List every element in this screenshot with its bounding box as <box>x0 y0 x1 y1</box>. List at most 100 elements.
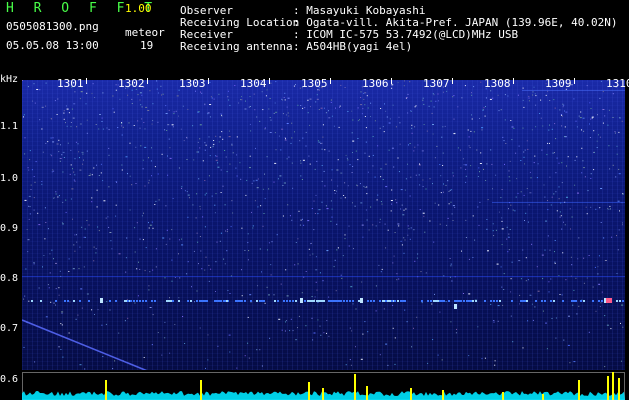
noise-pixel <box>137 94 139 96</box>
noise-pixel <box>217 162 219 164</box>
noise-pixel <box>68 112 70 114</box>
noise-pixel <box>208 136 210 138</box>
noise-pixel <box>490 149 492 151</box>
noise-pixel <box>289 215 291 217</box>
x-tick: 1305 <box>301 77 328 90</box>
antenna-label: Receiving antenna <box>180 40 293 53</box>
noise-pixel <box>78 268 80 270</box>
noise-pixel <box>529 294 531 296</box>
noise-pixel <box>617 249 619 251</box>
noise-pixel <box>169 157 172 159</box>
noise-pixel <box>414 146 416 148</box>
noise-pixel <box>476 149 478 151</box>
noise-pixel <box>195 217 197 219</box>
noise-pixel <box>615 176 617 178</box>
y-tick: 1.0 <box>0 173 19 184</box>
noise-pixel <box>349 164 351 166</box>
noise-pixel <box>338 126 340 128</box>
noise-pixel <box>382 126 384 128</box>
carrier-segment <box>67 300 69 302</box>
noise-pixel <box>396 273 398 275</box>
noise-pixel <box>309 98 312 100</box>
noise-pixel <box>131 184 133 186</box>
noise-pixel <box>360 202 363 204</box>
noise-pixel <box>548 291 550 293</box>
noise-pixel <box>422 186 424 187</box>
noise-pixel <box>335 290 337 292</box>
noise-pixel <box>564 224 566 226</box>
noise-pixel <box>503 140 505 142</box>
noise-pixel <box>441 359 443 361</box>
noise-pixel <box>571 216 573 218</box>
noise-pixel <box>214 204 216 206</box>
noise-pixel <box>554 123 556 125</box>
noise-pixel <box>268 242 270 244</box>
meteor-trail <box>22 319 148 370</box>
y-tick: 0.8 <box>0 273 19 284</box>
noise-pixel <box>388 149 390 151</box>
noise-pixel <box>136 222 138 224</box>
noise-pixel <box>58 287 60 289</box>
noise-pixel <box>424 231 426 233</box>
carrier-segment <box>313 300 315 302</box>
noise-pixel <box>352 202 353 204</box>
noise-pixel <box>280 149 282 151</box>
noise-pixel <box>582 160 584 162</box>
noise-pixel <box>55 304 56 306</box>
noise-pixel <box>616 273 618 274</box>
noise-pixel <box>175 110 177 112</box>
carrier-segment <box>346 300 348 302</box>
noise-pixel <box>247 316 249 318</box>
noise-pixel <box>254 109 256 111</box>
noise-pixel <box>491 163 493 165</box>
noise-pixel <box>387 229 389 231</box>
noise-pixel <box>28 218 30 220</box>
noise-pixel <box>102 180 104 182</box>
noise-pixel <box>508 170 510 172</box>
noise-pixel <box>240 178 242 180</box>
carrier-segment <box>31 300 33 302</box>
noise-pixel <box>76 234 77 236</box>
noise-pixel <box>568 315 570 317</box>
noise-pixel <box>38 287 40 289</box>
carrier-segment <box>550 300 552 302</box>
noise-pixel <box>429 178 431 180</box>
noise-pixel <box>287 204 289 206</box>
noise-pixel <box>300 219 302 221</box>
noise-pixel <box>353 248 354 250</box>
noise-pixel <box>184 343 186 344</box>
noise-pixel <box>274 132 276 134</box>
noise-pixel <box>115 215 117 217</box>
noise-pixel <box>612 117 614 118</box>
noise-pixel <box>596 140 598 142</box>
noise-pixel <box>282 185 284 186</box>
noise-pixel <box>447 217 449 219</box>
carrier-segment <box>340 300 342 302</box>
noise-pixel <box>429 220 431 222</box>
noise-pixel <box>553 99 555 101</box>
meteor-burst <box>366 386 368 400</box>
noise-pixel <box>531 129 533 131</box>
noise-pixel <box>96 206 98 208</box>
noise-pixel <box>535 126 537 128</box>
noise-pixel <box>187 261 189 263</box>
noise-pixel <box>269 337 271 339</box>
noise-pixel <box>86 119 88 121</box>
y-tick: 0.9 <box>0 223 19 234</box>
noise-pixel <box>82 153 84 155</box>
noise-pixel <box>302 159 305 161</box>
carrier-segment <box>472 300 474 302</box>
noise-pixel <box>256 116 258 118</box>
noise-pixel <box>578 305 580 307</box>
noise-pixel <box>398 116 400 118</box>
noise-pixel <box>299 140 301 142</box>
noise-pixel <box>226 171 228 173</box>
noise-pixel <box>45 316 48 318</box>
noise-pixel <box>226 229 228 231</box>
noise-pixel <box>247 259 249 261</box>
noise-pixel <box>385 110 387 112</box>
noise-pixel <box>286 158 288 160</box>
noise-pixel <box>129 142 131 144</box>
noise-pixel <box>205 367 206 369</box>
noise-pixel <box>249 123 251 125</box>
